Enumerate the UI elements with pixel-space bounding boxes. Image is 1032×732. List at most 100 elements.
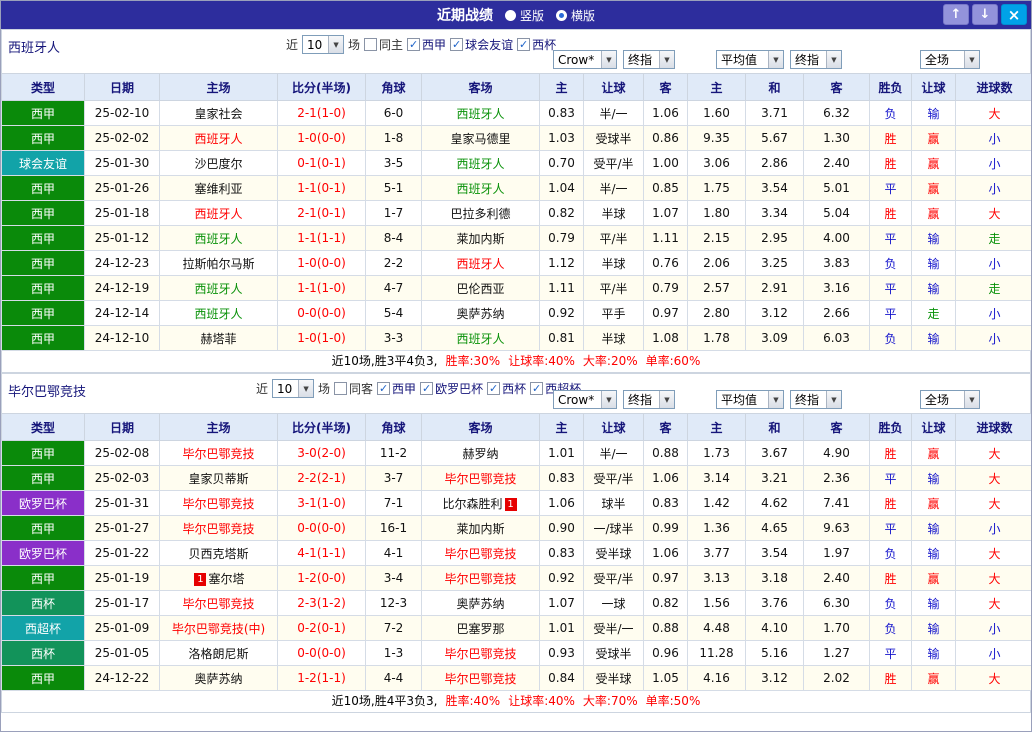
layout-vertical-radio[interactable]: 竖版 [505,7,544,24]
result-handicap: 赢 [912,201,956,226]
table-row: 欧罗巴杯25-01-22贝西克塔斯4-1(1-1)4-1毕尔巴鄂竞技0.83受半… [2,541,1032,566]
games-label: 场 [318,380,330,397]
odds-company-value: Crow* [558,53,594,67]
league-checkbox[interactable]: ✓球会友谊 [450,36,513,53]
score-cell: 1-1(1-1) [278,226,366,251]
avg-home-odds: 3.13 [688,566,746,591]
summary-stat: 胜率:30% [445,354,500,368]
match-count-select[interactable]: 10▼ [302,35,344,54]
odds-company-ref-value: 终指 [628,51,652,68]
away-team: 奥萨苏纳 [456,597,504,611]
team-section-athletic: 毕尔巴鄂竞技 近10▼场同客✓西甲✓欧罗巴杯✓西杯✓西超杯 Crow*▼ 终指▼… [1,373,1031,713]
section-controls: 毕尔巴鄂竞技 近10▼场同客✓西甲✓欧罗巴杯✓西杯✓西超杯 Crow*▼ 终指▼… [1,373,1031,413]
scroll-up-button[interactable]: ↑ [943,4,969,25]
handicap-home-odds: 1.11 [540,276,584,301]
match-date: 25-01-17 [85,591,160,616]
layout-vertical-label: 竖版 [520,7,544,24]
handicap-line: 受平/半 [584,466,644,491]
result-outcome: 平 [870,176,912,201]
result-outcome: 胜 [870,666,912,691]
away-team: 西班牙人 [456,157,504,171]
match-type-cell: 西甲 [2,276,85,301]
match-date: 24-12-22 [85,666,160,691]
result-outcome: 胜 [870,151,912,176]
table-row: 西甲25-02-08毕尔巴鄂竞技3-0(2-0)11-2赫罗纳1.01半/一0.… [2,441,1032,466]
home-cell: 毕尔巴鄂竞技 [160,591,278,616]
same-venue-checkbox-label: 同主 [379,36,403,53]
summary-row: 近10场,胜3平4负3,胜率:30%让球率:40%大率:20%单率:60% [1,351,1031,373]
score-cell: 1-1(1-0) [278,276,366,301]
score-cell: 2-1(0-1) [278,201,366,226]
table-body: 西甲25-02-10皇家社会2-1(1-0)6-0西班牙人0.83半/一1.06… [2,101,1032,351]
avg-home-odds: 2.57 [688,276,746,301]
score-cell: 0-0(0-0) [278,516,366,541]
corner-cell: 7-2 [366,616,422,641]
league-checkbox[interactable]: ✓西杯 [487,380,526,397]
average-ref-select[interactable]: 终指▼ [790,390,842,409]
league-checkbox[interactable]: ✓西甲 [407,36,446,53]
scope-select[interactable]: 全场▼ [920,50,980,69]
away-cell: 赫罗纳 [422,441,540,466]
league-checkbox-label: 西甲 [392,380,416,397]
matches-table: 类型日期主场比分(半场)角球客场主让球客主和客胜负让球进球数 西甲25-02-0… [1,413,1032,691]
league-checkbox[interactable]: ✓西甲 [377,380,416,397]
home-team: 沙巴度尔 [194,157,242,171]
odds-company-select[interactable]: Crow*▼ [553,50,617,69]
average-ref-select[interactable]: 终指▼ [790,50,842,69]
same-venue-checkbox[interactable]: 同客 [334,380,373,397]
match-count-select-value: 10 [277,382,292,396]
handicap-home-odds: 0.90 [540,516,584,541]
avg-home-odds: 1.78 [688,326,746,351]
handicap-away-odds: 0.88 [644,441,688,466]
away-team: 赫罗纳 [462,447,498,461]
scope-dropdown: 全场▼ [870,390,1030,409]
average-ref-value: 终指 [795,51,819,68]
avg-draw-odds: 3.54 [746,176,804,201]
handicap-away-odds: 0.99 [644,516,688,541]
home-cell: 西班牙人 [160,226,278,251]
league-checkbox-label: 西杯 [502,380,526,397]
handicap-line: 受半球 [584,541,644,566]
scope-select[interactable]: 全场▼ [920,390,980,409]
handicap-away-odds: 0.83 [644,491,688,516]
avg-home-odds: 1.42 [688,491,746,516]
handicap-home-odds: 0.83 [540,466,584,491]
avg-draw-odds: 3.12 [746,666,804,691]
result-goals: 小 [956,326,1032,351]
column-header: 日期 [85,414,160,441]
match-count-select[interactable]: 10▼ [272,379,314,398]
column-header: 主场 [160,414,278,441]
summary-stat: 大率:20% [583,354,638,368]
result-outcome: 平 [870,226,912,251]
column-header: 类型 [2,74,85,101]
odds-company-ref-select[interactable]: 终指▼ [623,50,675,69]
league-checkbox[interactable]: ✓欧罗巴杯 [420,380,483,397]
result-goals: 小 [956,126,1032,151]
away-team: 巴伦西亚 [456,282,504,296]
handicap-home-odds: 1.06 [540,491,584,516]
checkbox-checked-icon: ✓ [377,382,390,395]
score-cell: 2-1(1-0) [278,101,366,126]
corner-cell: 11-2 [366,441,422,466]
scroll-down-button[interactable]: ↓ [972,4,998,25]
avg-away-odds: 6.03 [804,326,870,351]
odds-company-ref-select[interactable]: 终指▼ [623,390,675,409]
average-odds-dropdowns: 平均值▼ 终指▼ [688,50,870,69]
score-cell: 0-2(0-1) [278,616,366,641]
table-row: 西甲25-01-26塞维利亚1-1(0-1)5-1西班牙人1.04半/一0.85… [2,176,1032,201]
handicap-line: 受半球 [584,666,644,691]
average-select[interactable]: 平均值▼ [716,390,784,409]
handicap-home-odds: 1.01 [540,441,584,466]
same-venue-checkbox[interactable]: 同主 [364,36,403,53]
table-row: 西甲24-12-19西班牙人1-1(1-0)4-7巴伦西亚1.11平/半0.79… [2,276,1032,301]
average-select[interactable]: 平均值▼ [716,50,784,69]
layout-horizontal-radio[interactable]: 横版 [556,7,595,24]
result-outcome: 平 [870,276,912,301]
titlebar: 近期战绩 竖版 横版 ↑ ↓ × [1,1,1031,29]
match-type-cell: 西超杯 [2,616,85,641]
away-cell: 毕尔巴鄂竞技 [422,541,540,566]
checkbox-icon [364,38,377,51]
close-button[interactable]: × [1001,4,1027,25]
odds-company-select[interactable]: Crow*▼ [553,390,617,409]
away-cell: 巴塞罗那 [422,616,540,641]
